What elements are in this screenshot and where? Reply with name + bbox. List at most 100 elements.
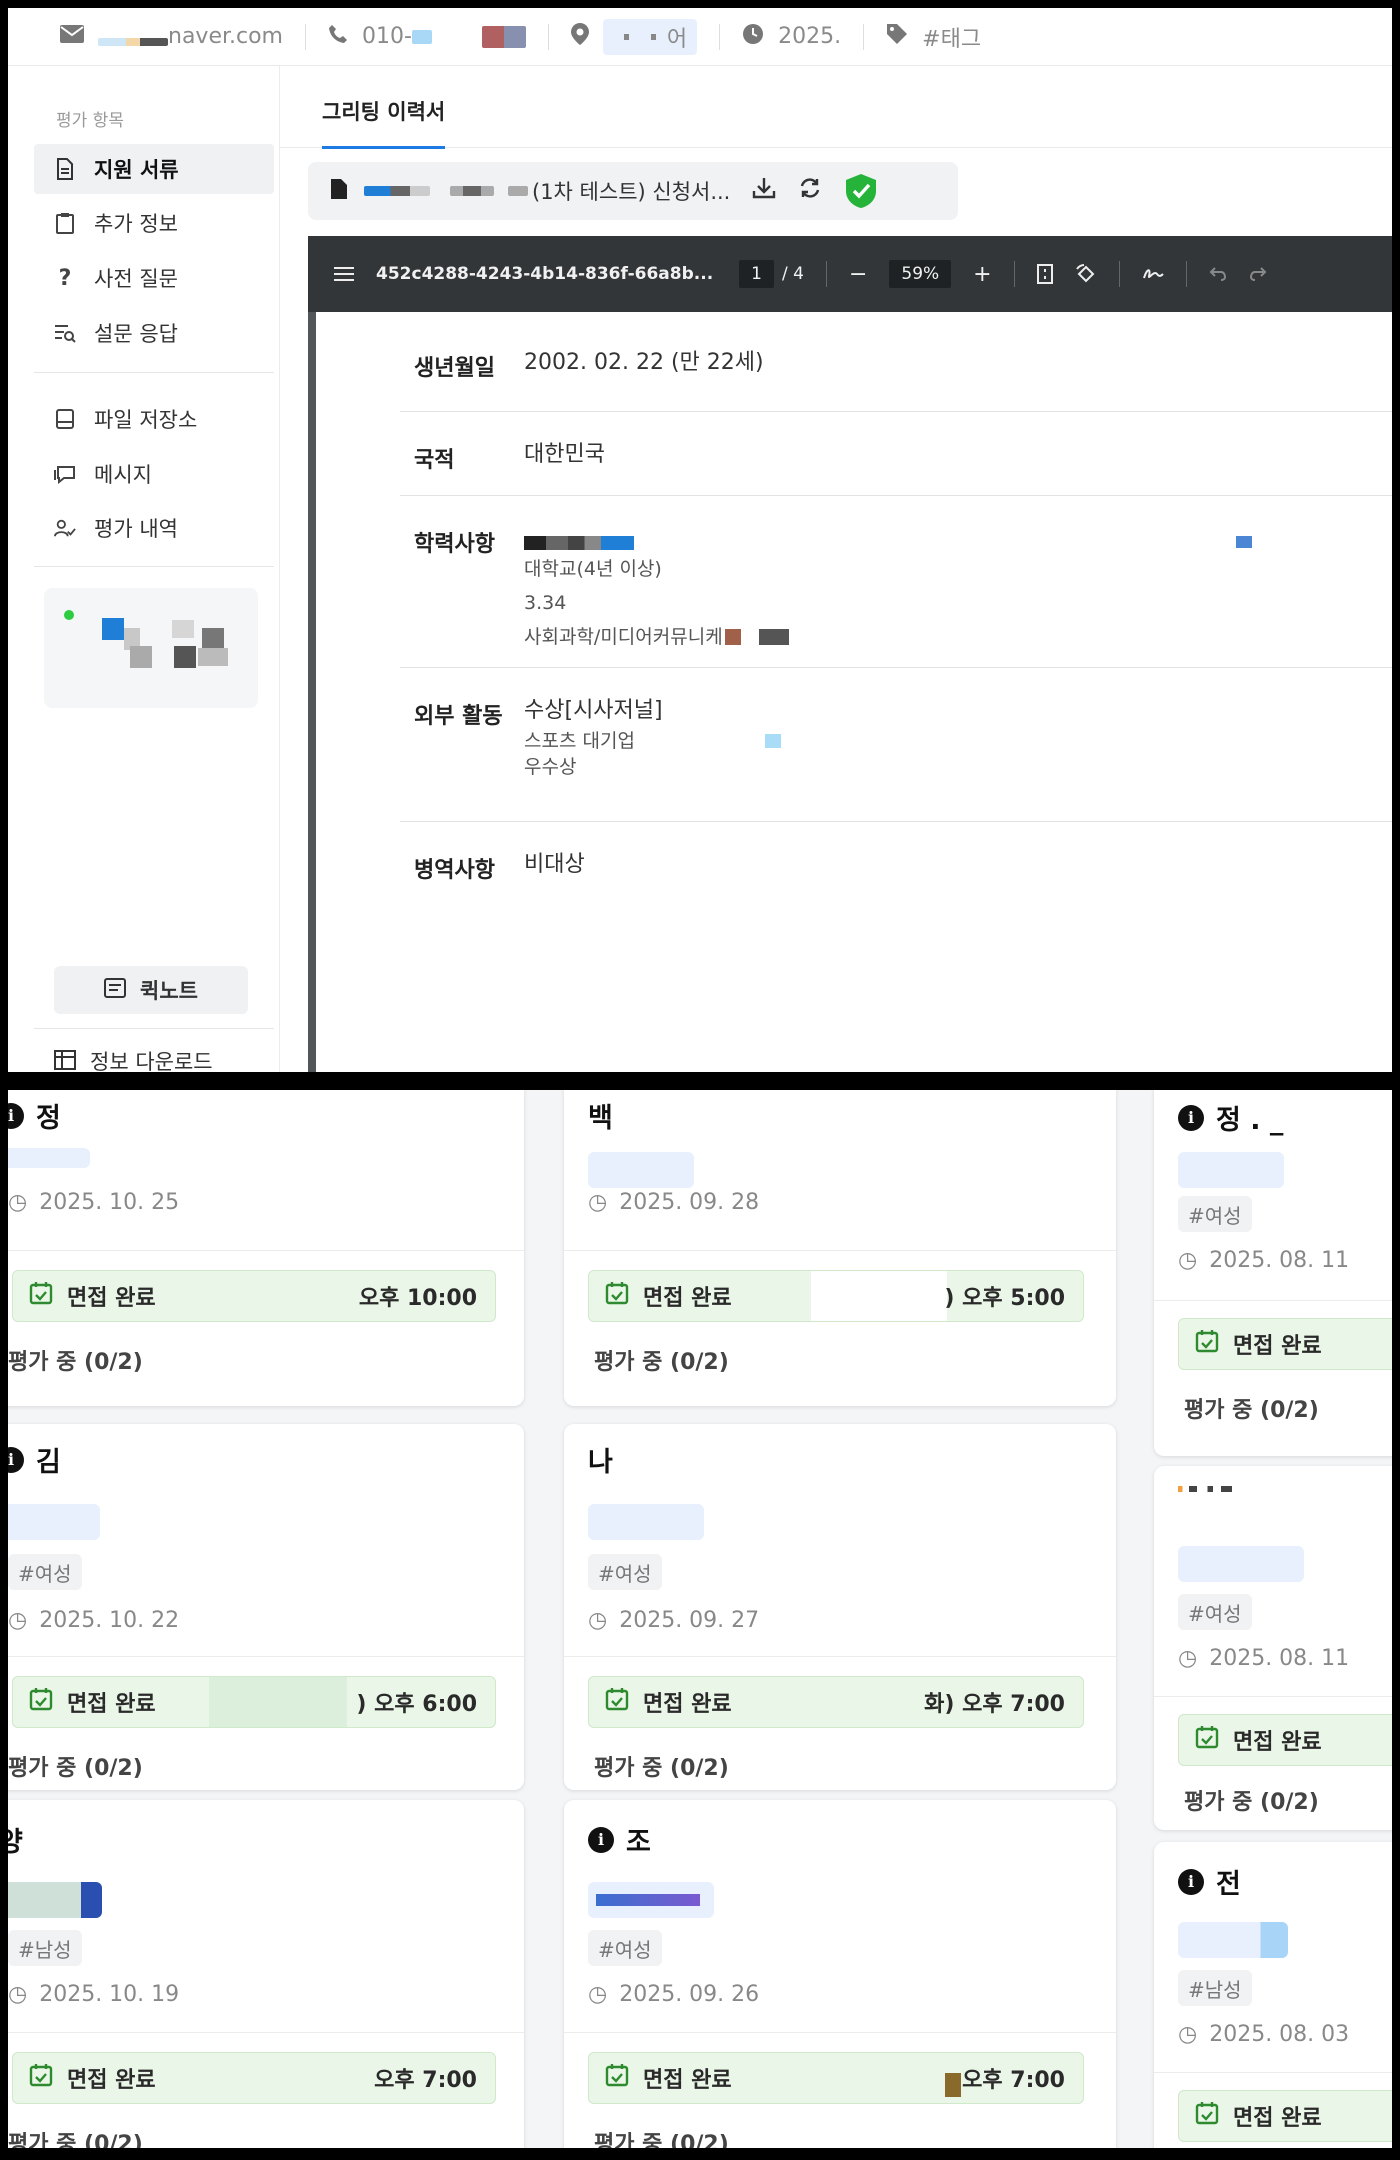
eval-status: 평가 중 (0/2): [1184, 1790, 1319, 1815]
applicant-card[interactable]: i 조 #여성 ◷ 2025. 09. 26 면접 완료 오후 7:00 평가 중…: [564, 1800, 1116, 2148]
contact-pill: [588, 1882, 714, 1918]
email-item[interactable]: naver.com: [8, 8, 305, 65]
zoom-out-icon[interactable]: −: [849, 262, 867, 287]
quicknote-button[interactable]: 퀵노트: [54, 966, 248, 1014]
evaluator-profile[interactable]: [44, 588, 258, 708]
activities-label: 외부 활동: [414, 704, 503, 729]
gender-tag: #여성: [588, 1554, 662, 1590]
clock-icon: [742, 23, 764, 51]
eval-status: 평가 중 (0/2): [8, 1756, 143, 1781]
gender-tag: #여성: [8, 1554, 82, 1590]
rotate-icon[interactable]: [1075, 264, 1097, 284]
applicant-card[interactable]: i 정 . _ #여성 ◷ 2025. 08. 11 면접 완료 평가 중 (0/…: [1154, 1090, 1392, 1456]
education-school: 대학교(4년 이상): [524, 558, 662, 580]
gender-tag: #여성: [588, 1930, 662, 1966]
interview-status[interactable]: 면접 완료 ) 오후 6:00: [12, 1676, 496, 1728]
education-gpa: 3.34: [524, 592, 567, 614]
contact-pill: [1178, 1922, 1288, 1958]
sidebar-item-label: 사전 질문: [94, 267, 178, 291]
interview-status[interactable]: 면접 완료 오후 7:00: [588, 2052, 1084, 2104]
applicant-name: i 조: [588, 1820, 651, 1859]
applicant-card[interactable]: #여성 ◷ 2025. 08. 11 면접 완료 평가 중 (0/2): [1154, 1466, 1392, 1830]
applied-date: ◷ 2025. 09. 26: [588, 1982, 760, 2007]
tag-item[interactable]: #태그: [864, 8, 1003, 65]
sidebar-item-extra-info[interactable]: 추가 정보: [34, 198, 274, 248]
sidebar-item-label: 추가 정보: [94, 212, 178, 236]
date-text: 2025.: [778, 24, 842, 49]
nationality-label: 국적: [414, 448, 455, 473]
file-icon: [330, 178, 348, 205]
interview-status[interactable]: 면접 완료: [1178, 1714, 1392, 1766]
sidebar-item-label: 파일 저장소: [94, 408, 198, 432]
file-chip: (1차 테스트) 신청서...: [308, 162, 958, 220]
applied-date: ◷ 2025. 08. 11: [1178, 1646, 1350, 1671]
applicant-card[interactable]: 나 #여성 ◷ 2025. 09. 27 면접 완료 화) 오후 7:00 평가 …: [564, 1424, 1116, 1790]
document-tabs: 그리팅 이력서: [280, 66, 1392, 149]
storage-icon: [54, 409, 76, 429]
applicant-card[interactable]: i 김 #여성 ◷ 2025. 10. 22 면접 완료 ) 오후 6:00 평가…: [8, 1424, 524, 1790]
education-major: 사회과학/미디어커뮤니케: [524, 620, 789, 654]
applied-date: ◷ 2025. 08. 03: [1178, 2022, 1350, 2047]
interview-status[interactable]: 면접 완료 ) 오후 5:00: [588, 1270, 1084, 1322]
tag-icon: [886, 23, 908, 51]
download-icon[interactable]: [752, 177, 776, 205]
resume-row-activities: 외부 활동 수상[시사저널] 스포츠 대기업 우수상: [400, 668, 1392, 822]
page-input[interactable]: 1: [739, 260, 774, 288]
date-item[interactable]: 2025.: [720, 8, 863, 65]
fit-page-icon[interactable]: [1036, 264, 1053, 284]
question-icon: ?: [58, 265, 72, 291]
sidebar-item-file-storage[interactable]: 파일 저장소: [34, 394, 274, 444]
education-value: 대학교(4년 이상) 3.34 사회과학/미디어커뮤니케: [524, 536, 789, 654]
birth-label: 생년월일: [414, 356, 495, 381]
pdf-viewer: 452c4288-4243-4b14-836f-66a8b... 1 / 4 −…: [308, 236, 1392, 1072]
online-status-dot: [64, 610, 74, 620]
zoom-in-icon[interactable]: +: [973, 262, 991, 287]
applicant-card[interactable]: i 전 #남성 ◷ 2025. 08. 03 면접 완료: [1154, 1842, 1392, 2148]
contact-pill: [8, 1882, 102, 1918]
location-item[interactable]: 어: [549, 8, 719, 65]
interview-status[interactable]: 면접 완료: [1178, 2090, 1392, 2142]
interview-status[interactable]: 면접 완료 오후 7:00: [12, 2052, 496, 2104]
applicant-card[interactable]: 양 #남성 ◷ 2025. 10. 19 면접 완료 오후 7:00 평가 중 (…: [8, 1800, 524, 2148]
sidebar-item-eval-history[interactable]: 평가 내역: [34, 503, 274, 553]
file-name[interactable]: (1차 테스트) 신청서...: [364, 176, 730, 206]
interview-status[interactable]: 면접 완료: [1178, 1318, 1392, 1370]
document-icon: [54, 158, 76, 180]
sidebar-item-messages[interactable]: 메시지: [34, 449, 274, 499]
info-download-item[interactable]: 정보 다운로드: [54, 1046, 213, 1072]
redo-icon[interactable]: [1249, 266, 1267, 282]
calendar-check-icon: [29, 1281, 53, 1311]
activity-prize: 우수상: [524, 756, 577, 778]
calendar-check-icon: [1195, 1329, 1219, 1359]
applied-date: ◷ 2025. 10. 25: [8, 1190, 180, 1215]
sidebar-item-pre-questions[interactable]: ? 사전 질문: [34, 253, 274, 303]
applicant-name: 백: [588, 1103, 613, 1134]
zoom-level[interactable]: 59%: [889, 260, 952, 288]
sidebar-item-label: 지원 서류: [94, 158, 179, 182]
menu-icon[interactable]: [334, 266, 354, 282]
contact-pill: [588, 1504, 704, 1540]
sidebar-item-documents[interactable]: 지원 서류: [34, 144, 274, 194]
contact-pill: [588, 1152, 694, 1188]
resume-row-nationality: 국적 대한민국: [400, 412, 1392, 496]
phone-item[interactable]: 010-: [306, 8, 548, 65]
email-domain: naver.com: [168, 24, 283, 49]
sidebar-item-survey[interactable]: 설문 응답: [34, 308, 274, 358]
calendar-check-icon: [605, 2063, 629, 2093]
interview-status[interactable]: 면접 완료 화) 오후 7:00: [588, 1676, 1084, 1728]
tab-greeting-resume[interactable]: 그리팅 이력서: [322, 96, 446, 149]
applicant-card[interactable]: 백 ◷ 2025. 09. 28 면접 완료 ) 오후 5:00 평가 중 (0/…: [564, 1090, 1116, 1406]
draw-icon[interactable]: [1142, 264, 1164, 284]
interview-status[interactable]: 면접 완료 오후 10:00: [12, 1270, 496, 1322]
page-indicator[interactable]: 1 / 4: [739, 260, 804, 288]
refresh-icon[interactable]: [798, 177, 822, 205]
mail-icon: [60, 24, 84, 49]
gender-tag: #남성: [1178, 1970, 1252, 2006]
eval-status: 평가 중 (0/2): [594, 1350, 729, 1375]
note-icon: [104, 977, 127, 1003]
applied-date: ◷ 2025. 10. 22: [8, 1608, 180, 1633]
message-icon: [54, 464, 76, 484]
undo-icon[interactable]: [1209, 266, 1227, 282]
applicant-card[interactable]: i 정 ◷ 2025. 10. 25 면접 완료 오후 10:00 평가 중 (0…: [8, 1090, 524, 1406]
interview-time: ) 오후 5:00: [944, 1286, 1065, 1311]
